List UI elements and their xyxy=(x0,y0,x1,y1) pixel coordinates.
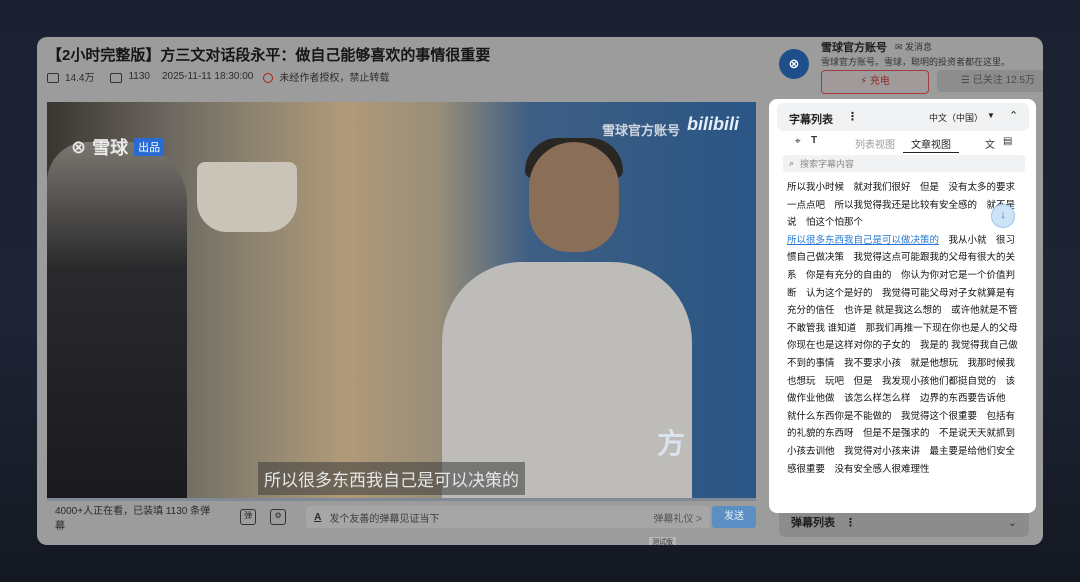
search-input[interactable]: 搜索字幕内容 xyxy=(800,157,854,170)
danmaku-style-icon[interactable]: A xyxy=(314,512,321,523)
charge-label: 充电 xyxy=(869,76,890,87)
scroll-to-current-icon[interactable]: ↓ xyxy=(991,204,1015,228)
viewer-count: 4000+人正在看，已装填 1130 条弹幕 xyxy=(55,506,211,532)
test-version-tag: 测试版 xyxy=(649,537,676,545)
locate-icon[interactable]: ⌖ xyxy=(795,136,801,147)
view-count: 14.4万 xyxy=(65,73,95,84)
xueqiu-logo-text: 雪球 xyxy=(92,138,129,158)
danmaku-placeholder: 发个友善的弹幕见证当下 xyxy=(329,513,440,525)
subtitle-list-title: 字幕列表 xyxy=(789,114,833,126)
danmaku-bar: 4000+人正在看，已装填 1130 条弹幕 弹 ⚙ A 发个友善的弹幕见证当下… xyxy=(47,502,756,532)
chevron-down-icon[interactable]: ⌄ xyxy=(1008,516,1017,529)
send-button[interactable]: 发送 xyxy=(712,506,756,528)
produced-tag: 出品 xyxy=(134,138,165,156)
translate-icon[interactable]: 文 xyxy=(985,136,995,151)
danmaku-settings-icon[interactable]: ⚙ xyxy=(270,509,287,525)
account-description: 雪球官方账号。雪球，聪明的投资者都在这里。 xyxy=(821,57,1011,67)
caret-down-icon[interactable]: ▼ xyxy=(987,111,995,120)
fang-watermark: 方 xyxy=(657,428,686,459)
subtitle-overlay: 所以很多东西我自己是可以决策的 xyxy=(258,462,525,495)
no-repost-icon xyxy=(263,72,274,83)
account-name[interactable]: 雪球官方账号 xyxy=(821,39,887,55)
chevron-up-icon[interactable]: ⌃ xyxy=(1009,109,1018,122)
comment-count: 1130 xyxy=(128,71,150,82)
publish-date: 2025-11-11 18:30:00 xyxy=(161,71,254,82)
charge-button[interactable]: ⚡ 充电 xyxy=(821,70,929,94)
subtitle-article-text: 所以我小时候 就对我们很好 但是 没有太多的要求 一点点吧 所以我觉得我还是比较… xyxy=(787,179,1027,478)
interviewee-head xyxy=(529,142,619,252)
subtitle-panel: 字幕列表 ⋮ 中文（中国） ▼ ⌃ ⌖ T 列表视图 文章视图 文 ▤ ⌕ 搜索… xyxy=(769,99,1036,513)
tab-article-view[interactable]: 文章视图 xyxy=(903,136,959,153)
send-message-link[interactable]: ✉ 发消息 xyxy=(895,40,932,53)
text-size-icon[interactable]: T xyxy=(811,135,817,146)
video-title: 【2小时完整版】方三文对话段永平：做自己能够喜欢的事情很重要 xyxy=(47,47,491,64)
follow-button[interactable]: ☰ 已关注 12.5万 xyxy=(937,70,1043,92)
play-count-icon xyxy=(47,72,59,83)
account-avatar[interactable]: ⊗ xyxy=(779,49,809,79)
comment-icon xyxy=(110,72,123,83)
subtitle-current-line[interactable]: 所以很多东西我自己是可以做决策的 xyxy=(787,235,939,246)
clipboard-icon[interactable]: ▤ xyxy=(1003,136,1012,147)
video-player[interactable]: ⊗ 雪球 出品 雪球官方账号 bilibili 方 所以很多东西我自己是可以决策… xyxy=(47,102,756,501)
danmaku-list-title: 弹幕列表 xyxy=(791,517,835,529)
danmaku-etiquette-link[interactable]: 弹幕礼仪 > xyxy=(653,510,702,525)
follow-label: 已关注 12.5万 xyxy=(972,75,1035,86)
more-icon[interactable]: ⋮ xyxy=(847,110,858,123)
xueqiu-logo-icon: ⊗ xyxy=(71,136,87,157)
danmaku-input[interactable]: A 发个友善的弹幕见证当下 弹幕礼仪 > xyxy=(306,506,711,528)
danmaku-toggle-icon[interactable]: 弹 xyxy=(240,509,257,525)
more-icon[interactable]: ⋮ xyxy=(845,516,856,529)
language-select[interactable]: 中文（中国） xyxy=(929,111,983,124)
tab-list-view[interactable]: 列表视图 xyxy=(855,136,895,151)
subtitle-search[interactable]: ⌕ 搜索字幕内容 xyxy=(783,155,1025,172)
subtitle-text-before: 所以我小时候 就对我们很好 但是 没有太多的要求 一点点吧 所以我觉得我还是比较… xyxy=(787,182,1025,229)
watermark-account: 雪球官方账号 xyxy=(602,123,681,138)
search-icon: ⌕ xyxy=(789,158,795,168)
interviewer-silhouette xyxy=(47,142,187,501)
subtitle-toolbar: ⌖ T 列表视图 文章视图 文 ▤ xyxy=(777,134,1029,153)
lamp-shape xyxy=(197,162,297,232)
video-meta: 14.4万 1130 2025-11-11 18:30:00 未经作者授权，禁止… xyxy=(47,69,389,84)
subtitle-text-after: 我从小就 很习惯自己做决策 我觉得这点可能跟我的父母有很大的关系 你是有充分的自… xyxy=(787,234,1028,475)
xueqiu-logo: ⊗ 雪球 出品 xyxy=(71,134,165,160)
send-message-label: 发消息 xyxy=(905,42,933,52)
subtitle-panel-header: 字幕列表 ⋮ 中文（中国） ▼ ⌃ xyxy=(777,103,1029,131)
bilibili-watermark: bilibili xyxy=(687,114,739,134)
copyright-notice: 未经作者授权，禁止转载 xyxy=(279,73,390,84)
video-progress-bar[interactable] xyxy=(47,498,756,501)
